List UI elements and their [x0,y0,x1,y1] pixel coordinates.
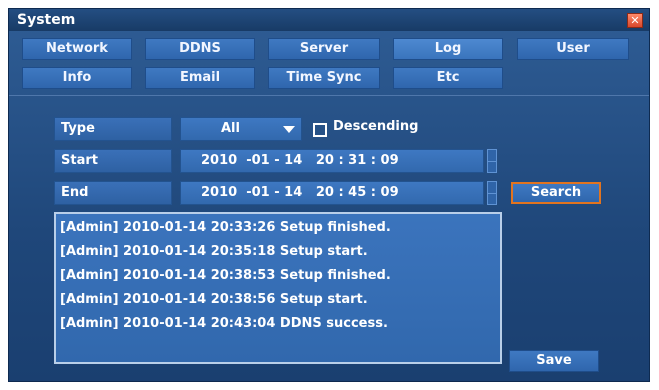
descending-checkbox[interactable] [313,123,327,137]
log-entry[interactable]: [Admin] 2010-01-14 20:43:04 DDNS success… [60,312,500,336]
window-title: System [17,12,76,28]
tab-log[interactable]: Log [393,38,503,60]
spinner-up[interactable] [488,182,496,194]
end-label: End [54,181,172,205]
type-select[interactable]: All [180,117,302,141]
save-button[interactable]: Save [509,350,599,372]
tab-etc[interactable]: Etc [393,67,503,89]
start-datetime-value: 2010 -01 - 14 20 : 31 : 09 [201,153,399,168]
tab-server[interactable]: Server [268,38,380,60]
search-button[interactable]: Search [511,182,601,204]
log-entry[interactable]: [Admin] 2010-01-14 20:33:26 Setup finish… [60,216,500,240]
tab-info[interactable]: Info [22,67,132,89]
log-list[interactable]: [Admin] 2010-01-14 20:33:26 Setup finish… [54,212,502,364]
log-entry[interactable]: [Admin] 2010-01-14 20:38:56 Setup start. [60,288,500,312]
start-datetime-field[interactable]: 2010 -01 - 14 20 : 31 : 09 [180,149,484,173]
chevron-down-icon[interactable] [283,126,295,133]
start-label: Start [54,149,172,173]
tab-user[interactable]: User [517,38,629,60]
tab-divider [9,95,649,96]
descending-label: Descending [333,119,419,134]
start-spinner-icon[interactable] [487,149,497,173]
title-bar: System ✕ [9,9,649,31]
log-entry[interactable]: [Admin] 2010-01-14 20:35:18 Setup start. [60,240,500,264]
log-entry[interactable]: [Admin] 2010-01-14 20:38:53 Setup finish… [60,264,500,288]
type-select-value: All [221,121,240,136]
end-spinner-icon[interactable] [487,181,497,205]
tab-network[interactable]: Network [22,38,132,60]
system-window: System ✕ Network DDNS Server Log User In… [8,8,650,382]
close-icon[interactable]: ✕ [627,13,643,28]
end-datetime-value: 2010 -01 - 14 20 : 45 : 09 [201,185,399,200]
tab-time-sync[interactable]: Time Sync [268,67,380,89]
spinner-up[interactable] [488,150,496,162]
tab-ddns[interactable]: DDNS [145,38,255,60]
tab-email[interactable]: Email [145,67,255,89]
end-datetime-field[interactable]: 2010 -01 - 14 20 : 45 : 09 [180,181,484,205]
type-label: Type [54,117,172,141]
